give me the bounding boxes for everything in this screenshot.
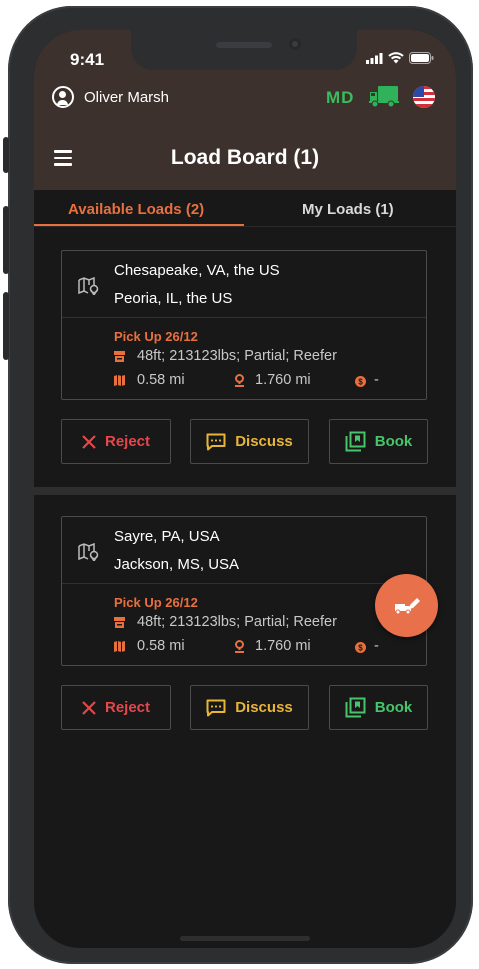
chat-icon: [206, 699, 226, 716]
us-flag-icon[interactable]: [413, 86, 435, 108]
user-circle-icon: [52, 86, 74, 108]
pickup-date: Pick Up 26/12: [114, 329, 198, 344]
battery-icon: [409, 52, 434, 64]
load-specs: 48ft; 213123lbs; Partial; Reefer: [137, 348, 337, 364]
deadhead-icon: [114, 375, 125, 386]
load-specs: 48ft; 213123lbs; Partial; Reefer: [137, 614, 337, 630]
wifi-icon: [388, 52, 404, 64]
trailer-icon: [114, 617, 125, 628]
pickup-date: Pick Up 26/12: [114, 595, 198, 610]
notch: [131, 30, 357, 70]
reject-label: Reject: [104, 699, 151, 716]
volume-up-button: [3, 206, 9, 274]
quick-action-icon: [394, 597, 420, 614]
rate-icon: $: [355, 642, 366, 653]
reject-label: Reject: [104, 433, 151, 450]
trailer-icon: [114, 351, 125, 362]
book-button[interactable]: Book: [329, 685, 428, 730]
app-screen: 9:41 Oliver Marsh MD Load Board (1) Avai…: [34, 30, 456, 948]
svg-text:$: $: [358, 644, 363, 653]
quick-action-button[interactable]: [375, 574, 438, 637]
chat-icon: [206, 433, 226, 450]
origin-location: Chesapeake, VA, the US: [114, 262, 280, 279]
svg-text:$: $: [358, 378, 363, 387]
load-card[interactable]: Chesapeake, VA, the US Peoria, IL, the U…: [61, 250, 427, 400]
tab-available-loads[interactable]: Available Loads (2): [68, 201, 204, 218]
load-card[interactable]: Sayre, PA, USA Jackson, MS, USA Pick Up …: [61, 516, 427, 666]
status-time: 9:41: [70, 50, 105, 69]
reject-button[interactable]: Reject: [61, 685, 171, 730]
close-icon: [82, 434, 96, 449]
location-pin-icon: [235, 640, 244, 653]
page-title: Load Board (1): [170, 146, 320, 169]
state-code[interactable]: MD: [326, 88, 354, 108]
user-profile[interactable]: Oliver Marsh: [52, 86, 169, 108]
deadhead-distance: 0.58 mi: [137, 638, 185, 654]
destination-location: Jackson, MS, USA: [114, 556, 240, 573]
card-separator: [34, 487, 456, 495]
front-camera: [289, 38, 301, 50]
rate-icon: $: [355, 376, 366, 387]
user-name: Oliver Marsh: [84, 88, 170, 106]
card-divider: [62, 583, 426, 584]
discuss-label: Discuss: [235, 433, 293, 450]
rate-value: -: [374, 372, 379, 388]
origin-location: Sayre, PA, USA: [114, 528, 220, 545]
volume-down-button: [3, 292, 9, 360]
book-label: Book: [374, 433, 413, 450]
deadhead-icon: [114, 641, 125, 652]
mute-switch: [3, 137, 9, 173]
status-icons: [366, 52, 434, 64]
card-divider: [62, 317, 426, 318]
signal-icon: [366, 52, 383, 64]
book-icon: [345, 697, 366, 718]
discuss-button[interactable]: Discuss: [190, 685, 309, 730]
discuss-button[interactable]: Discuss: [190, 419, 309, 464]
book-label: Book: [374, 699, 413, 716]
tab-my-loads[interactable]: My Loads (1): [302, 201, 394, 218]
speaker: [216, 42, 272, 48]
close-icon: [82, 700, 96, 715]
truck-icon[interactable]: [369, 84, 399, 108]
discuss-label: Discuss: [235, 699, 293, 716]
active-tab-indicator: [34, 224, 244, 226]
app-header: 9:41 Oliver Marsh MD Load Board (1): [34, 30, 456, 190]
rate-value: -: [374, 638, 379, 654]
trip-distance: 1.760 mi: [255, 372, 311, 388]
reject-button[interactable]: Reject: [61, 419, 171, 464]
map-route-icon: [78, 543, 99, 561]
destination-location: Peoria, IL, the US: [114, 290, 233, 307]
book-icon: [345, 431, 366, 452]
trip-distance: 1.760 mi: [255, 638, 311, 654]
location-pin-icon: [235, 374, 244, 387]
map-route-icon: [78, 277, 99, 295]
home-indicator: [180, 936, 310, 941]
book-button[interactable]: Book: [329, 419, 428, 464]
deadhead-distance: 0.58 mi: [137, 372, 185, 388]
load-tabs: Available Loads (2) My Loads (1): [34, 190, 456, 227]
